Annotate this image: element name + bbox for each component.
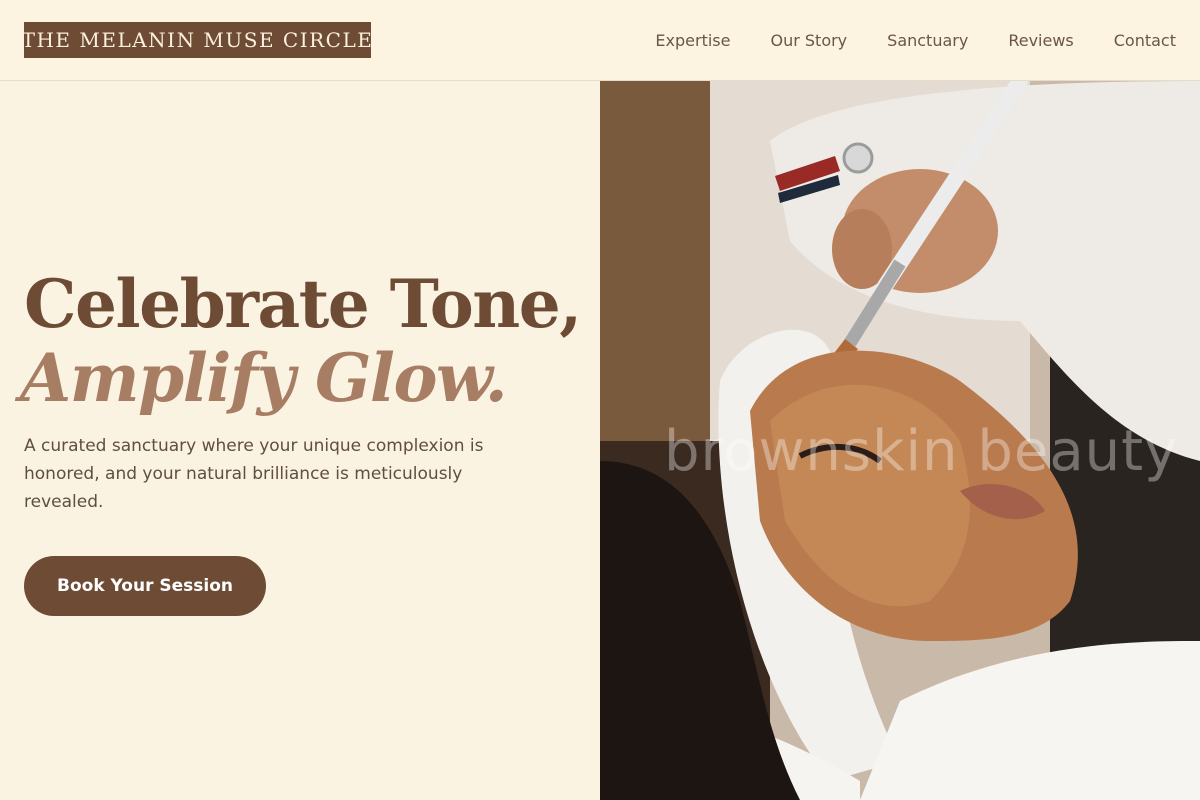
hero-headline-line-1: Celebrate Tone, bbox=[24, 265, 582, 343]
brand-logo[interactable]: THE MELANIN MUSE CIRCLE bbox=[22, 22, 372, 58]
site-header: THE MELANIN MUSE CIRCLE Expertise Our St… bbox=[0, 0, 1200, 81]
book-session-button[interactable]: Book Your Session bbox=[24, 556, 266, 616]
hero-headline-line-2: Amplify Glow. bbox=[20, 339, 508, 417]
main-nav: Expertise Our Story Sanctuary Reviews Co… bbox=[655, 0, 1176, 80]
photo-watermark: brownskin beauty bbox=[664, 419, 1179, 484]
hero-subtext: A curated sanctuary where your unique co… bbox=[24, 436, 484, 512]
nav-link-reviews[interactable]: Reviews bbox=[1008, 31, 1073, 50]
nav-link-sanctuary[interactable]: Sanctuary bbox=[887, 31, 968, 50]
nav-link-contact[interactable]: Contact bbox=[1114, 31, 1176, 50]
nav-link-our-story[interactable]: Our Story bbox=[770, 31, 847, 50]
hero-photo: brownskin beauty bbox=[600, 81, 1200, 800]
nav-link-expertise[interactable]: Expertise bbox=[655, 31, 730, 50]
